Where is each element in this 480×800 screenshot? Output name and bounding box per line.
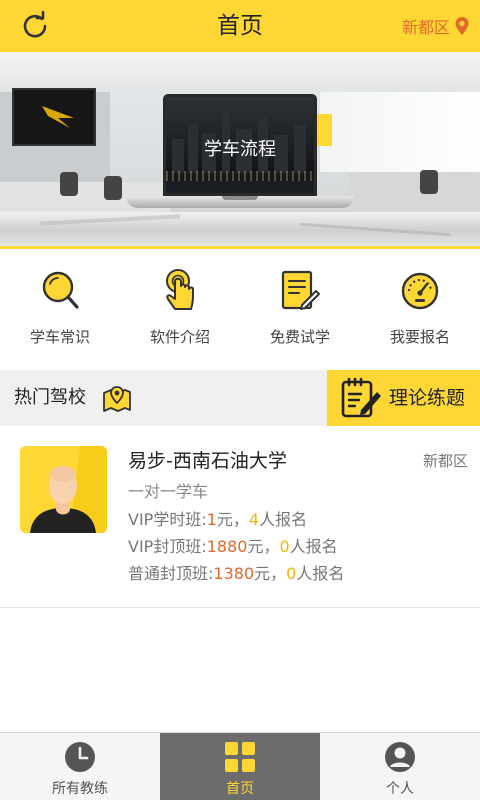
menu-item-label: 学车常识 bbox=[29, 328, 90, 346]
menu-item-enroll[interactable]: 我要报名 bbox=[360, 249, 480, 370]
banner-accent bbox=[316, 114, 332, 146]
price-plan-label: 普通封顶班: bbox=[128, 564, 214, 583]
eagle-logo-icon bbox=[42, 106, 74, 128]
menu-item-label: 软件介绍 bbox=[149, 328, 210, 346]
location-label: 新都区 bbox=[401, 18, 450, 37]
pointer-hand-icon bbox=[166, 269, 194, 310]
user-icon bbox=[385, 742, 415, 772]
section-header: 热门驾校 理论练题 bbox=[0, 370, 480, 426]
price-value: 1880 bbox=[206, 537, 248, 556]
banner-tv bbox=[12, 88, 96, 146]
school-card[interactable]: 易步-西南石油大学 新都区 一对一学车 VIP学时班:1元，4人报名 VIP封顶… bbox=[0, 426, 480, 608]
price-unit: 元， bbox=[216, 510, 249, 529]
banner[interactable]: 学车流程 bbox=[0, 52, 480, 249]
school-district: 新都区 bbox=[422, 452, 468, 470]
location-pin-icon bbox=[455, 17, 469, 35]
laptop-base bbox=[126, 196, 354, 208]
price-value: 1 bbox=[206, 510, 217, 529]
theory-practice-label: 理论练题 bbox=[389, 387, 466, 409]
top-bar: 首页 新都区 bbox=[0, 0, 480, 52]
price-plan-label: VIP学时班: bbox=[128, 510, 207, 529]
price-unit: 元， bbox=[247, 537, 280, 556]
price-plan-label: VIP封顶班: bbox=[128, 537, 207, 556]
price-unit: 元， bbox=[254, 564, 287, 583]
quick-menu: 学车常识 软件介绍 免费试学 我要报名 bbox=[0, 249, 480, 370]
enroll-unit: 人报名 bbox=[259, 510, 308, 529]
banner-ceiling bbox=[0, 52, 480, 90]
tab-profile[interactable]: 个人 bbox=[320, 733, 480, 800]
banner-desk bbox=[350, 172, 480, 212]
banner-chair bbox=[104, 176, 122, 200]
theory-practice-button[interactable]: 理论练题 bbox=[327, 370, 480, 426]
notepad-pen-icon bbox=[341, 377, 381, 418]
banner-chair bbox=[420, 170, 438, 194]
section-title: 热门驾校 bbox=[14, 387, 86, 408]
grid-icon bbox=[225, 742, 255, 772]
price-value: 1380 bbox=[213, 564, 255, 583]
price-line: VIP学时班:1元，4人报名 bbox=[128, 506, 307, 530]
tab-all-coaches[interactable]: 所有教练 bbox=[0, 733, 160, 800]
school-avatar bbox=[20, 446, 107, 533]
laptop-screen: 学车流程 bbox=[163, 94, 317, 196]
tab-label: 首页 bbox=[226, 781, 254, 797]
menu-item-label: 免费试学 bbox=[269, 328, 330, 346]
menu-item-label: 我要报名 bbox=[389, 328, 450, 346]
enroll-count: 0 bbox=[286, 564, 297, 583]
banner-chair bbox=[60, 172, 78, 196]
menu-item-software-intro[interactable]: 软件介绍 bbox=[120, 249, 240, 370]
menu-item-driving-knowledge[interactable]: 学车常识 bbox=[0, 249, 120, 370]
dashboard-gauge-icon bbox=[401, 272, 439, 310]
search-icon bbox=[42, 271, 79, 309]
clock-icon bbox=[65, 742, 95, 772]
avatar-person-icon bbox=[20, 446, 107, 533]
school-name: 易步-西南石油大学 bbox=[128, 450, 287, 472]
enroll-count: 0 bbox=[279, 537, 290, 556]
tab-label: 个人 bbox=[386, 781, 414, 797]
price-line: 普通封顶班:1380元，0人报名 bbox=[128, 560, 344, 584]
price-line: VIP封顶班:1880元，0人报名 bbox=[128, 533, 338, 557]
enroll-count: 4 bbox=[248, 510, 260, 529]
location-selector[interactable]: 新都区 bbox=[402, 14, 470, 38]
enroll-unit: 人报名 bbox=[296, 564, 345, 583]
map-icon bbox=[103, 386, 131, 412]
banner-caption: 学车流程 bbox=[204, 139, 276, 160]
bottom-tab-bar: 所有教练 首页 个人 bbox=[0, 732, 480, 800]
school-description: 一对一学车 bbox=[128, 482, 209, 501]
tab-home[interactable]: 首页 bbox=[160, 733, 320, 800]
tab-label: 所有教练 bbox=[52, 781, 108, 797]
enroll-unit: 人报名 bbox=[289, 537, 338, 556]
document-edit-icon bbox=[281, 270, 320, 310]
menu-item-free-trial[interactable]: 免费试学 bbox=[240, 249, 360, 370]
refresh-icon[interactable] bbox=[20, 11, 50, 41]
banner-window bbox=[320, 92, 480, 172]
